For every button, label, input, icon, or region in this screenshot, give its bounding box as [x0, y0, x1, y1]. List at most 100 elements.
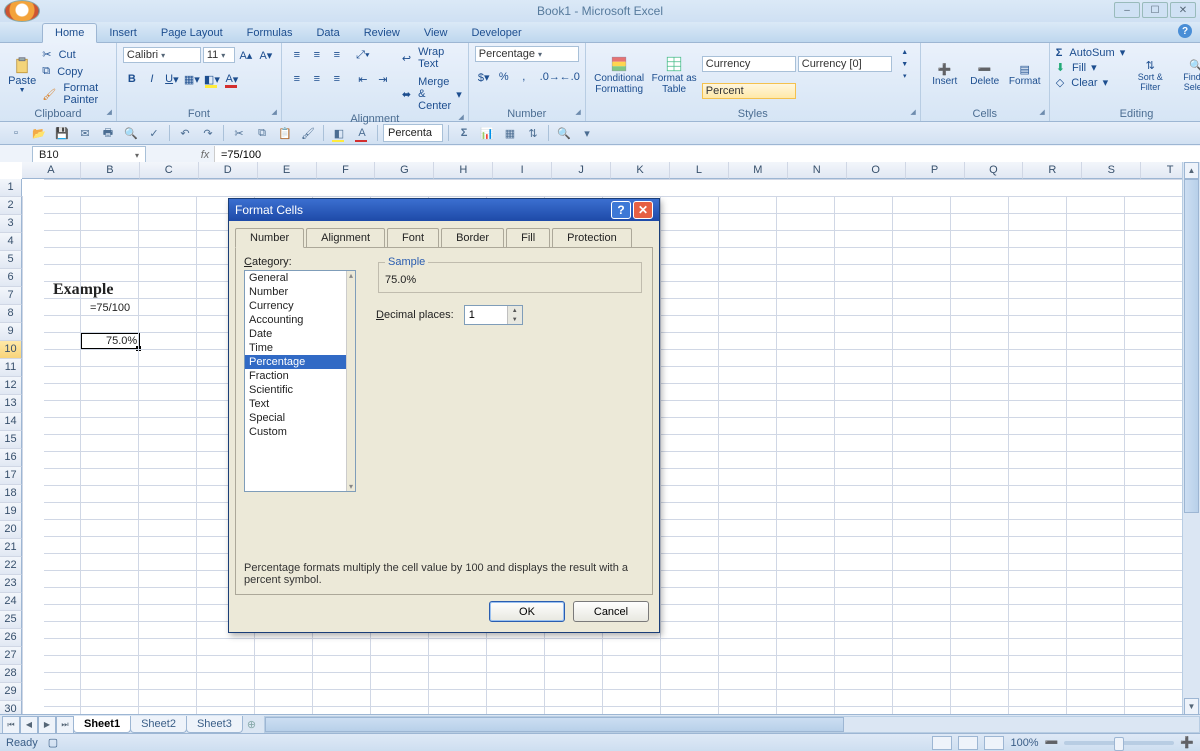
format-cells-button[interactable]: ▤Format — [1007, 46, 1043, 104]
tab-developer[interactable]: Developer — [459, 24, 533, 42]
row-head[interactable]: 19 — [0, 503, 22, 521]
qat-style-box[interactable]: Percenta — [383, 124, 443, 142]
col-head[interactable]: N — [788, 162, 847, 179]
decrease-decimal-button[interactable]: ←.0 — [561, 68, 579, 86]
col-head[interactable]: E — [258, 162, 317, 179]
col-head[interactable]: Q — [965, 162, 1024, 179]
style-gallery-down[interactable]: ▼ — [896, 58, 914, 70]
office-button[interactable] — [4, 0, 40, 22]
tab-insert[interactable]: Insert — [97, 24, 149, 42]
row-head[interactable]: 2 — [0, 197, 22, 215]
category-item[interactable]: Fraction — [245, 369, 355, 383]
scroll-thumb[interactable] — [1184, 179, 1199, 513]
increase-decimal-button[interactable]: .0→ — [541, 68, 559, 86]
format-painter-button[interactable]: 🖌 Format Painter — [42, 82, 110, 106]
dialog-tab-alignment[interactable]: Alignment — [306, 228, 385, 248]
qat-zoom[interactable]: 🔍 — [554, 123, 574, 143]
row-head[interactable]: 29 — [0, 683, 22, 701]
row-head[interactable]: 22 — [0, 557, 22, 575]
align-top-button[interactable]: ≡ — [288, 46, 306, 64]
qat-painter[interactable]: 🖌 — [298, 123, 318, 143]
underline-button[interactable]: U▾ — [163, 70, 181, 88]
row-head[interactable]: 14 — [0, 413, 22, 431]
zoom-level[interactable]: 100% — [1010, 737, 1038, 749]
sheet-tab-3[interactable]: Sheet3 — [186, 716, 243, 733]
col-head[interactable]: P — [906, 162, 965, 179]
spin-up[interactable]: ▲ — [508, 306, 522, 315]
zoom-out-button[interactable]: ➖ — [1045, 736, 1059, 749]
horizontal-scrollbar[interactable] — [264, 716, 1200, 733]
tab-page-layout[interactable]: Page Layout — [149, 24, 235, 42]
align-right-button[interactable]: ≡ — [328, 70, 346, 88]
grow-font-button[interactable]: A▴ — [237, 46, 255, 64]
qat-open[interactable]: 📂 — [29, 123, 49, 143]
col-head[interactable]: O — [847, 162, 906, 179]
col-head[interactable]: K — [611, 162, 670, 179]
row-head[interactable]: 26 — [0, 629, 22, 647]
minimize-button[interactable]: – — [1114, 2, 1140, 18]
row-head[interactable]: 7 — [0, 287, 22, 305]
increase-indent-button[interactable]: ⇥ — [374, 70, 392, 88]
category-listbox[interactable]: GeneralNumberCurrencyAccountingDateTimeP… — [244, 270, 356, 492]
row-head[interactable]: 25 — [0, 611, 22, 629]
restore-button[interactable]: ☐ — [1142, 2, 1168, 18]
qat-sigma[interactable]: Σ — [454, 123, 474, 143]
zoom-in-button[interactable]: ➕ — [1180, 736, 1194, 749]
col-head[interactable]: A — [22, 162, 81, 179]
insert-cells-button[interactable]: ➕Insert — [927, 46, 963, 104]
italic-button[interactable]: I — [143, 70, 161, 88]
dialog-tab-font[interactable]: Font — [387, 228, 439, 248]
decrease-indent-button[interactable]: ⇤ — [354, 70, 372, 88]
col-head[interactable]: M — [729, 162, 788, 179]
row-head[interactable]: 18 — [0, 485, 22, 503]
style-currency0[interactable]: Currency [0] — [798, 56, 892, 72]
merge-center-button[interactable]: ⬌ Merge & Center ▾ — [402, 76, 462, 112]
font-name[interactable]: Calibri — [123, 47, 201, 63]
qat-save[interactable]: 💾 — [52, 123, 72, 143]
vertical-scrollbar[interactable]: ▲ ▼ — [1182, 162, 1200, 715]
dialog-tab-border[interactable]: Border — [441, 228, 504, 248]
autosum-button[interactable]: Σ AutoSum ▾ — [1056, 46, 1126, 59]
row-head[interactable]: 3 — [0, 215, 22, 233]
dialog-tab-protection[interactable]: Protection — [552, 228, 632, 248]
category-item[interactable]: Accounting — [245, 313, 355, 327]
row-head[interactable]: 21 — [0, 539, 22, 557]
fill-button[interactable]: ⬇ Fill ▾ — [1056, 61, 1126, 74]
wrap-text-button[interactable]: ↩ Wrap Text — [402, 46, 462, 70]
row-head[interactable]: 1 — [0, 179, 22, 197]
category-item[interactable]: Scientific — [245, 383, 355, 397]
row-head[interactable]: 17 — [0, 467, 22, 485]
category-item[interactable]: Percentage — [245, 355, 355, 369]
qat-spell[interactable]: ✓ — [144, 123, 164, 143]
dialog-help-button[interactable]: ? — [611, 201, 631, 219]
col-head[interactable]: L — [670, 162, 729, 179]
format-as-table-button[interactable]: Format as Table — [651, 46, 698, 104]
font-size[interactable]: 11 — [203, 47, 235, 63]
qat-cut[interactable]: ✂ — [229, 123, 249, 143]
row-head[interactable]: 5 — [0, 251, 22, 269]
col-head[interactable]: S — [1082, 162, 1141, 179]
dialog-close-button[interactable]: ✕ — [633, 201, 653, 219]
ok-button[interactable]: OK — [489, 601, 565, 622]
cut-button[interactable]: ✂ Cut — [42, 48, 110, 61]
cancel-button[interactable]: Cancel — [573, 601, 649, 622]
qat-fillcolor[interactable]: ◧ — [329, 123, 349, 143]
col-head[interactable]: D — [199, 162, 258, 179]
category-item[interactable]: Currency — [245, 299, 355, 313]
row-head[interactable]: 20 — [0, 521, 22, 539]
tab-review[interactable]: Review — [352, 24, 412, 42]
sheet-nav-last[interactable]: ⏭ — [56, 716, 74, 734]
shrink-font-button[interactable]: A▾ — [257, 46, 275, 64]
percent-format-button[interactable]: % — [495, 68, 513, 86]
qat-new[interactable]: ▫ — [6, 123, 26, 143]
row-head[interactable]: 12 — [0, 377, 22, 395]
col-head[interactable]: F — [317, 162, 376, 179]
category-item[interactable]: Text — [245, 397, 355, 411]
view-pagebreak-button[interactable] — [984, 736, 1004, 750]
help-icon[interactable]: ? — [1178, 24, 1192, 38]
fill-color-button[interactable]: ◧▾ — [203, 70, 221, 88]
col-head[interactable]: G — [375, 162, 434, 179]
row-head[interactable]: 4 — [0, 233, 22, 251]
style-currency[interactable]: Currency — [702, 56, 796, 72]
copy-button[interactable]: ⧉ Copy — [42, 65, 110, 78]
